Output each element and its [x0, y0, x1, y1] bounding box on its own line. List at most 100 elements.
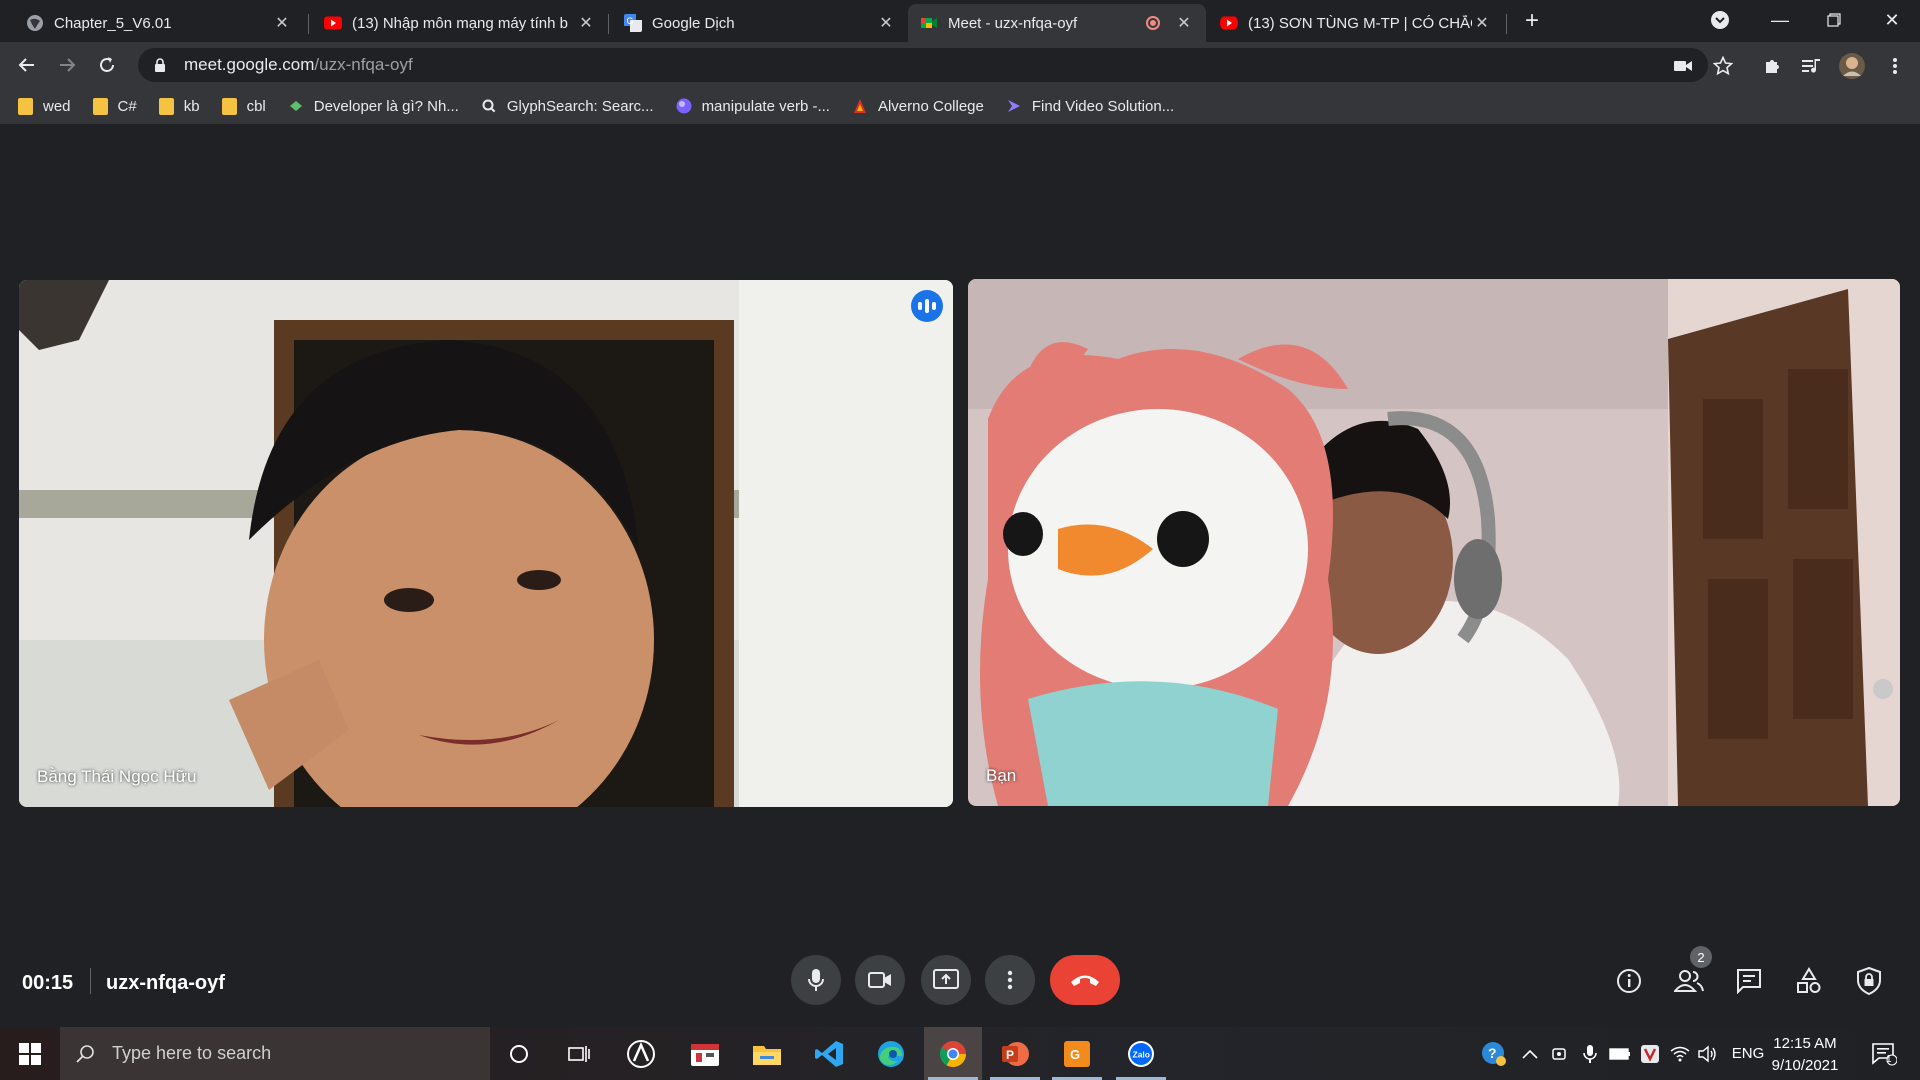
taskbar-app-edge[interactable] — [862, 1027, 920, 1080]
sticky-calendar-icon — [691, 1043, 719, 1066]
camera-button[interactable] — [855, 955, 905, 1005]
present-screen-button[interactable] — [921, 955, 971, 1005]
forward-button[interactable] — [53, 51, 81, 79]
reload-button[interactable] — [93, 51, 121, 79]
restore-button[interactable] — [1806, 0, 1862, 40]
arrow-left-icon — [18, 58, 34, 72]
participant-tile-self[interactable]: Bạn — [968, 279, 1900, 806]
cortana-circle-icon — [510, 1044, 528, 1063]
bookmarks-bar: wed C# kb cbl Developer là gì? Nh... Gly… — [0, 88, 1920, 124]
taskbar-app-file-explorer[interactable] — [738, 1027, 796, 1080]
lock-icon[interactable] — [152, 57, 168, 73]
tab-youtube-2[interactable]: (13) SƠN TÙNG M-TP | CÓ CHẮC ✕ — [1208, 4, 1504, 42]
people-button[interactable] — [1674, 966, 1704, 996]
taskbar-app-todo[interactable] — [676, 1027, 734, 1080]
close-tab-icon[interactable]: ✕ — [1174, 13, 1194, 33]
topdev-icon — [289, 101, 302, 111]
info-icon — [1617, 969, 1641, 993]
media-control-button[interactable] — [1800, 55, 1822, 77]
bookmark-glyphsearch[interactable]: GlyphSearch: Searc... — [481, 98, 654, 115]
tray-wifi-icon[interactable] — [1666, 1027, 1694, 1080]
chat-icon — [1737, 969, 1761, 994]
clock-date: 9/10/2021 — [1771, 1057, 1839, 1074]
bookmark-developer[interactable]: Developer là gì? Nh... — [288, 98, 459, 115]
microphone-button[interactable] — [791, 955, 841, 1005]
close-tab-icon[interactable]: ✕ — [1472, 13, 1492, 33]
tray-help-button[interactable]: ? — [1476, 1027, 1512, 1080]
taskbar-app-powerpoint[interactable]: P — [986, 1027, 1044, 1080]
close-tab-icon[interactable]: ✕ — [272, 13, 292, 33]
extensions-button[interactable] — [1762, 55, 1784, 77]
more-options-button[interactable] — [985, 955, 1035, 1005]
bookmark-folder-wed[interactable]: wed — [18, 97, 71, 115]
new-tab-button[interactable]: + — [1520, 9, 1544, 34]
tab-youtube-1[interactable]: (13) Nhập môn mạng máy tính b ✕ — [312, 4, 608, 42]
action-center-button[interactable]: 1 — [1864, 1027, 1904, 1080]
bookmark-label: cbl — [246, 97, 266, 115]
search-icon — [76, 1044, 94, 1063]
tray-battery-icon[interactable] — [1606, 1027, 1634, 1080]
bookmark-folder-cbl[interactable]: cbl — [221, 97, 266, 115]
tab-title: Google Dịch — [652, 14, 735, 32]
host-controls-button[interactable] — [1854, 966, 1884, 996]
zalo-icon: Zalo — [1128, 1040, 1154, 1067]
tray-volume-icon[interactable] — [1694, 1027, 1722, 1080]
tray-microphone-icon[interactable] — [1576, 1027, 1604, 1080]
bottom-bar-divider — [90, 968, 91, 994]
participant-name: Bạn — [986, 766, 1017, 785]
chrome-menu-button[interactable] — [1884, 55, 1906, 77]
google-translate-icon: G — [624, 14, 642, 32]
leave-call-button[interactable] — [1050, 955, 1120, 1005]
taskbar-app-vscode[interactable] — [800, 1027, 858, 1080]
taskbar-clock[interactable]: 12:15 AM 9/10/2021 — [1760, 1033, 1850, 1077]
camera-in-use-button[interactable] — [1672, 55, 1694, 77]
profile-avatar-button[interactable] — [1838, 52, 1866, 80]
tray-camera-icon[interactable] — [1546, 1027, 1574, 1080]
taskbar-app-chrome[interactable] — [924, 1027, 982, 1080]
participant-count-badge: 2 — [1690, 946, 1712, 968]
tab-google-translate[interactable]: G Google Dịch ✕ — [612, 4, 908, 42]
wifi-icon — [1670, 1046, 1690, 1061]
recording-indicator-icon — [1146, 16, 1160, 30]
cortana-button[interactable] — [490, 1027, 548, 1080]
tab-google-meet[interactable]: Meet - uzx-nfqa-oyf ✕ — [908, 4, 1206, 42]
bookmark-manipulate-verb[interactable]: manipulate verb -... — [676, 98, 830, 115]
task-view-button[interactable] — [550, 1027, 608, 1080]
chat-button[interactable] — [1734, 966, 1764, 996]
taskbar-app-foxit[interactable]: G — [1048, 1027, 1106, 1080]
svg-text:G: G — [627, 16, 634, 26]
taskbar-app-zalo[interactable]: Zalo — [1112, 1027, 1170, 1080]
minimize-button[interactable]: — — [1752, 0, 1808, 40]
microphone-icon — [1583, 1044, 1597, 1063]
participant-tile-remote[interactable]: Bằng Thái Ngọc Hữu — [19, 280, 953, 807]
close-tab-icon[interactable]: ✕ — [576, 13, 596, 33]
participant-video — [19, 280, 953, 807]
notification-icon — [1872, 1042, 1897, 1065]
start-button[interactable] — [0, 1027, 60, 1080]
taskbar-search-box[interactable]: Type here to search — [60, 1027, 490, 1080]
address-bar[interactable]: meet.google.com/uzx-nfqa-oyf — [138, 48, 1708, 82]
windows-taskbar: Type here to search P G Zalo ? ENG 12:15… — [0, 1027, 1920, 1080]
bookmark-folder-kb[interactable]: kb — [158, 97, 200, 115]
bookmark-alverno[interactable]: Alverno College — [852, 98, 984, 115]
notification-count: 1 — [1886, 1054, 1892, 1065]
close-window-button[interactable]: ✕ — [1864, 0, 1920, 40]
taskbar-app-copilot[interactable] — [612, 1027, 670, 1080]
bookmark-star-button[interactable] — [1712, 55, 1734, 77]
bookmark-folder-csharp[interactable]: C# — [92, 97, 137, 115]
vivaldi-icon — [1641, 1044, 1659, 1063]
bookmark-label: wed — [43, 97, 71, 115]
show-hidden-icons-button[interactable] — [1516, 1027, 1544, 1080]
tray-vivaldi-icon[interactable] — [1636, 1027, 1664, 1080]
svg-text:?: ? — [1488, 1045, 1497, 1061]
help-badge-icon: ? — [1482, 1041, 1506, 1066]
back-button[interactable] — [13, 51, 41, 79]
bookmark-find-video[interactable]: Find Video Solution... — [1006, 98, 1174, 115]
tab-search-button[interactable] — [1692, 0, 1748, 40]
tab-chapter5[interactable]: Chapter_5_V6.01 ✕ — [14, 4, 304, 42]
activities-button[interactable] — [1794, 966, 1824, 996]
browser-toolbar: meet.google.com/uzx-nfqa-oyf — [0, 42, 1920, 88]
meeting-details-button[interactable] — [1614, 966, 1644, 996]
close-tab-icon[interactable]: ✕ — [876, 13, 896, 33]
globe-icon — [27, 15, 43, 31]
